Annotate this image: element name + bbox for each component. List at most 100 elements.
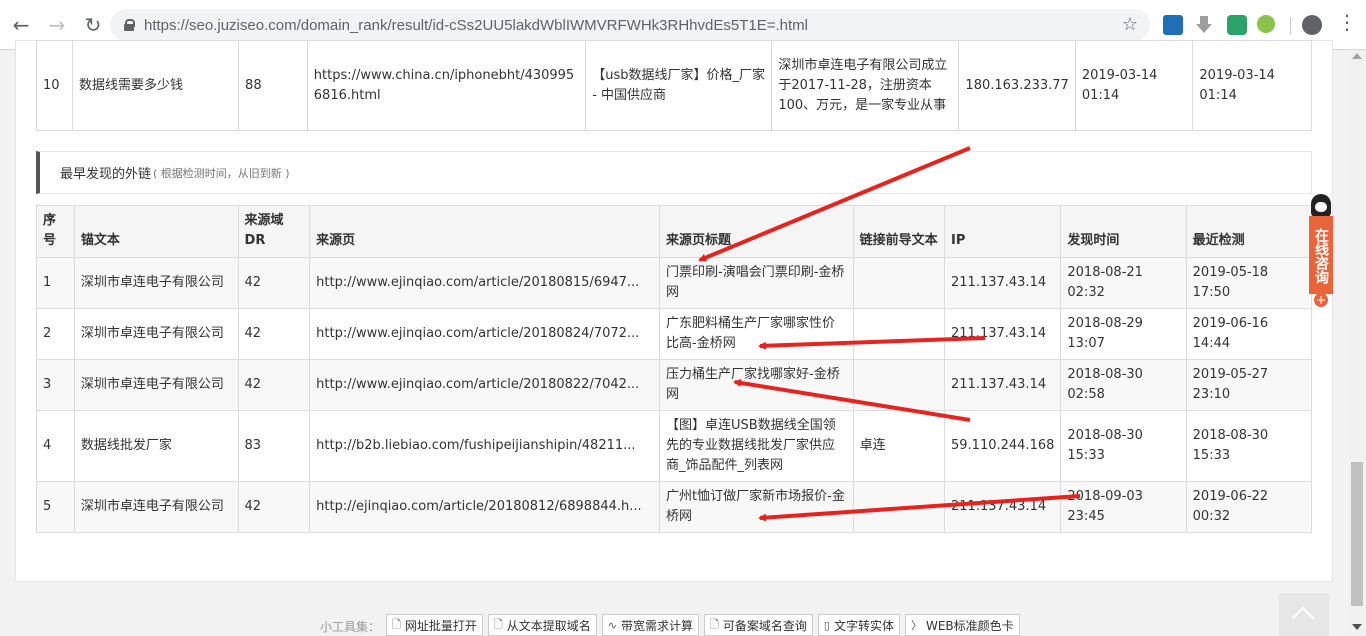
header-source-page: 来源页: [309, 205, 661, 258]
cell-anchor: 深圳市卓连电子有限公司: [73, 481, 239, 533]
cell-lead-text: [852, 481, 946, 533]
cell-ip: 59.110.244.168: [943, 410, 1062, 482]
table-row: 5 深圳市卓连电子有限公司 42 http://ejinqiao.com/art…: [36, 481, 1313, 533]
cell-source-url[interactable]: http://b2b.liebiao.com/fushipeijianshipi…: [309, 410, 661, 482]
extension-leaf-icon[interactable]: [1257, 15, 1275, 33]
cell-found-time: 2018-08-21 02:32: [1060, 257, 1187, 309]
cell-found-time: 2018-09-03 23:45: [1060, 481, 1187, 533]
cell-source-url[interactable]: https://www.china.cn/iphonebht/430995681…: [306, 40, 587, 131]
cell-index: 1: [36, 257, 75, 309]
lock-icon: [124, 19, 135, 31]
cell-index: 3: [36, 359, 75, 411]
pulse-icon: ∿: [607, 618, 617, 632]
cell-source-title: 广州t恤订做厂家新市场报价-金桥网: [659, 481, 854, 533]
section-header: 最早发现的外链 ( 根据检测时间，从旧到新 ): [36, 151, 1312, 194]
tool-web-colors[interactable]: 〉 WEB标准颜色卡: [904, 614, 1020, 636]
section-title: 最早发现的外链: [60, 167, 152, 182]
download-extension-icon[interactable]: [1195, 15, 1215, 35]
table-row: 2 深圳市卓连电子有限公司 42 http://www.ejinqiao.com…: [36, 308, 1313, 360]
profile-avatar-icon[interactable]: [1302, 15, 1322, 35]
cell-last-check: 2019-05-18 17:50: [1185, 257, 1313, 309]
toolbar-divider: [1290, 17, 1291, 35]
back-arrow-icon[interactable]: ←: [6, 10, 36, 40]
url-text[interactable]: https://seo.juziseo.com/domain_rank/resu…: [144, 17, 808, 34]
cell-anchor: 数据线批发厂家: [73, 410, 239, 482]
extension-s-icon[interactable]: [1163, 15, 1183, 35]
table-row: 1 深圳市卓连电子有限公司 42 http://www.ejinqiao.com…: [36, 257, 1313, 309]
cell-found-time: 2018-08-29 13:07: [1060, 308, 1187, 360]
cell-found-time: 2018-08-30 15:33: [1060, 410, 1187, 482]
cell-dr: 88: [238, 40, 308, 131]
reload-icon[interactable]: ↻: [78, 10, 108, 40]
cell-source-title: 广东肥料桶生产厂家哪家性价比高-金桥网: [659, 308, 854, 360]
cell-last-check: 2019-03-14 01:14: [1192, 40, 1312, 131]
table-header-row: 序号 锚文本 来源域DR 来源页 来源页标题 链接前导文本 IP 发现时间 最近…: [36, 205, 1313, 258]
online-consult-widget[interactable]: 在线咨询 +: [1309, 194, 1333, 307]
cell-source-title: 压力桶生产厂家找哪家好-金桥网: [659, 359, 854, 411]
tools-label: 小工具集：: [320, 620, 381, 634]
previous-table-row: 10 数据线需要多少钱 88 https://www.china.cn/ipho…: [36, 40, 1312, 131]
table-row: 3 深圳市卓连电子有限公司 42 http://www.ejinqiao.com…: [36, 359, 1313, 411]
cell-last-check: 2019-06-16 14:44: [1185, 308, 1313, 360]
cell-source-url[interactable]: http://www.ejinqiao.com/article/20180824…: [309, 308, 661, 360]
cell-index: 4: [36, 410, 75, 482]
header-ip: IP: [943, 205, 1062, 258]
consult-label[interactable]: 在线咨询: [1309, 216, 1333, 294]
scroll-down-arrow-icon[interactable]: [1352, 624, 1362, 630]
cell-anchor: 深圳市卓连电子有限公司: [73, 359, 239, 411]
cell-ip: 180.163.233.77: [958, 40, 1076, 131]
cell-source-url[interactable]: http://www.ejinqiao.com/article/20180815…: [309, 257, 661, 309]
cell-anchor: 深圳市卓连电子有限公司: [73, 257, 239, 309]
cell-anchor: 深圳市卓连电子有限公司: [73, 308, 239, 360]
cell-found-time: 2019-03-14 01:14: [1074, 40, 1194, 131]
cell-last-check: 2019-06-22 00:32: [1185, 481, 1313, 533]
tool-label: 文字转实体: [833, 618, 894, 633]
document-icon: 🗋: [493, 617, 503, 631]
tool-bandwidth-calc[interactable]: ∿ 带宽需求计算: [601, 614, 699, 636]
header-anchor: 锚文本: [73, 205, 239, 258]
cell-ip: 211.137.43.14: [943, 359, 1062, 411]
tool-text-to-entity[interactable]: ▯ 文字转实体: [817, 614, 900, 636]
header-dr: 来源域DR: [237, 205, 311, 258]
header-found-time: 发现时间: [1060, 205, 1187, 258]
cell-ip: 211.137.43.14: [943, 257, 1062, 309]
bookmark-star-icon[interactable]: ☆: [1122, 14, 1138, 35]
penguin-icon: [1311, 194, 1331, 218]
cell-source-title: 【usb数据线厂家】价格_厂家 - 中国供应商: [585, 40, 773, 131]
cell-lead-text: 深圳市卓连电子有限公司成立于2017-11-28，注册资本100、万元，是一家专…: [771, 40, 960, 131]
table-row: 4 数据线批发厂家 83 http://b2b.liebiao.com/fush…: [36, 410, 1313, 482]
cell-lead-text: [852, 308, 946, 360]
cell-source-url[interactable]: http://ejinqiao.com/article/20180812/689…: [309, 481, 661, 533]
cell-last-check: 2019-05-27 23:10: [1185, 359, 1313, 411]
extension-green-icon[interactable]: [1227, 15, 1247, 35]
cell-ip: 211.137.43.14: [943, 308, 1062, 360]
cell-lead-text: [852, 257, 946, 309]
cell-source-url[interactable]: http://www.ejinqiao.com/article/20180822…: [309, 359, 661, 411]
cell-dr: 42: [237, 257, 311, 309]
scroll-up-arrow-icon[interactable]: [1352, 53, 1362, 59]
cell-found-time: 2018-08-30 02:58: [1060, 359, 1187, 411]
cell-ip: 211.137.43.14: [943, 481, 1062, 533]
tool-batch-open[interactable]: 🗋 网址批量打开: [386, 614, 483, 636]
tool-label: 从文本提取域名: [506, 618, 591, 633]
header-index: 序号: [36, 205, 75, 258]
header-source-title: 来源页标题: [659, 205, 854, 258]
forward-arrow-icon[interactable]: →: [42, 10, 72, 40]
tool-extract-domain[interactable]: 🗋 从文本提取域名: [487, 614, 597, 636]
cell-index: 2: [36, 308, 75, 360]
back-to-top-button[interactable]: [1279, 593, 1329, 636]
address-bar[interactable]: https://seo.juziseo.com/domain_rank/resu…: [110, 9, 1150, 41]
tool-domain-query[interactable]: 🗋 可备案域名查询: [704, 614, 813, 636]
cell-anchor: 数据线需要多少钱: [71, 40, 240, 131]
chevron-right-icon: 〉: [910, 619, 922, 632]
tool-label: 带宽需求计算: [620, 618, 693, 633]
plus-icon[interactable]: +: [1314, 293, 1328, 307]
cell-dr: 42: [237, 481, 311, 533]
tool-label: 可备案域名查询: [722, 618, 807, 633]
tools-bar: 小工具集： 🗋 网址批量打开 🗋 从文本提取域名 ∿ 带宽需求计算 🗋 可备案域名查询 …: [320, 614, 1025, 636]
book-icon: ▯: [823, 618, 830, 632]
backlinks-table: 序号 锚文本 来源域DR 来源页 来源页标题 链接前导文本 IP 发现时间 最近…: [36, 205, 1313, 533]
menu-dots-icon[interactable]: ⋮: [1337, 12, 1357, 32]
cell-index: 5: [36, 481, 75, 533]
scrollbar-thumb[interactable]: [1351, 462, 1363, 606]
